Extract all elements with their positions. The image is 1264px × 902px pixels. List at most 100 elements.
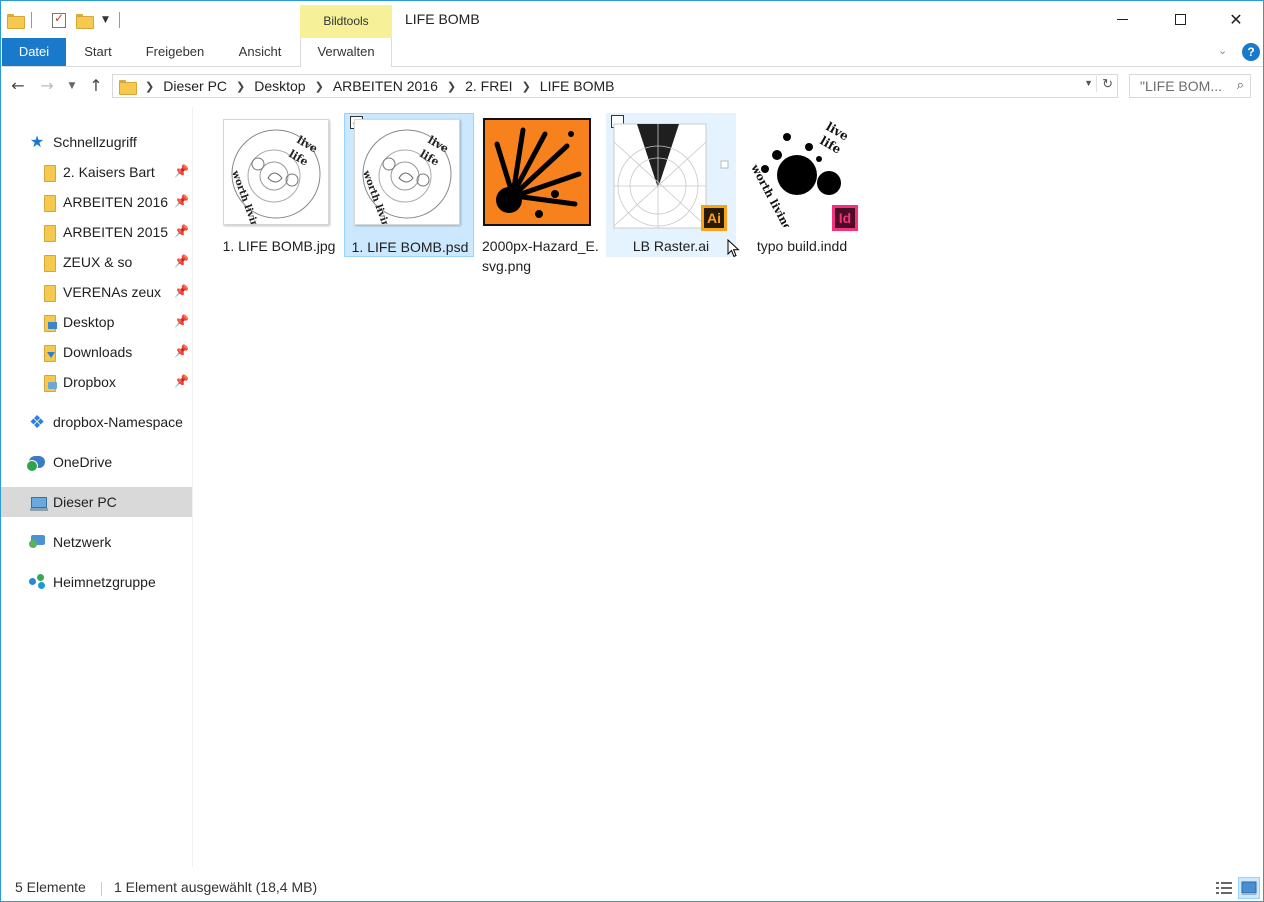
quick-access-toolbar: ▼: [7, 9, 128, 31]
pin-icon[interactable]: 📌: [174, 254, 189, 268]
sidebar-item-label: Heimnetzgruppe: [53, 574, 156, 590]
sidebar-item-verenas-zeux[interactable]: VERENAs zeux 📌: [1, 277, 192, 307]
sidebar-item-label: ZEUX & so: [63, 254, 133, 270]
pin-icon[interactable]: 📌: [174, 314, 189, 328]
indesign-badge-icon: Id: [832, 205, 858, 231]
file-item[interactable]: live life worth living Id typo build.ind…: [737, 113, 867, 257]
minimize-button[interactable]: [1093, 1, 1151, 38]
search-box[interactable]: "LIFE BOM... ⌕: [1129, 74, 1251, 98]
address-dropdown-icon[interactable]: ▼: [1084, 78, 1093, 88]
file-name[interactable]: 1. LIFE BOMB.jpg: [214, 236, 344, 256]
folder-icon: [119, 79, 137, 95]
breadcrumb-desktop[interactable]: Desktop: [254, 78, 305, 94]
file-item[interactable]: 2000px-Hazard_E.svg.png: [475, 113, 605, 274]
sidebar-item-dieser-pc[interactable]: Dieser PC: [1, 487, 192, 517]
help-icon[interactable]: ?: [1242, 43, 1260, 61]
title-bar: ▼ Bildtools LIFE BOMB ✕: [1, 1, 1263, 38]
status-separator: [101, 882, 102, 896]
up-button[interactable]: ↑: [86, 75, 106, 97]
search-input[interactable]: "LIFE BOM...: [1140, 78, 1222, 94]
customize-toolbar-icon[interactable]: ▼: [102, 15, 109, 25]
sidebar-item-label: 2. Kaisers Bart: [63, 164, 155, 180]
chevron-right-icon[interactable]: ❯: [522, 80, 531, 93]
file-name[interactable]: 2000px-Hazard_E.svg.png: [475, 236, 605, 276]
sidebar-item-desktop[interactable]: Desktop 📌: [1, 307, 192, 337]
breadcrumb-2-frei[interactable]: 2. FREI: [465, 78, 512, 94]
sidebar-item-label: Schnellzugriff: [53, 134, 137, 150]
hazard-thumbnail: [483, 118, 591, 226]
pane-divider[interactable]: [192, 107, 193, 867]
large-icons-view-icon: [1241, 881, 1257, 895]
recent-locations-button[interactable]: ▼: [62, 75, 82, 97]
sidebar-item-netzwerk[interactable]: Netzwerk: [1, 527, 192, 557]
file-name[interactable]: 1. LIFE BOMB.psd: [345, 237, 475, 257]
file-name[interactable]: typo build.indd: [737, 236, 867, 256]
sidebar-item-label: ARBEITEN 2016: [63, 194, 169, 210]
chevron-right-icon[interactable]: ❯: [145, 80, 154, 93]
breadcrumb-life-bomb[interactable]: LIFE BOMB: [540, 78, 615, 94]
status-bar: 5 Elemente 1 Element ausgewählt (18,4 MB…: [1, 875, 1263, 901]
ribbon-tabs: Datei Start Freigeben Ansicht Verwalten …: [1, 38, 1263, 67]
sidebar-item-heimnetzgruppe[interactable]: Heimnetzgruppe: [1, 567, 192, 597]
sidebar-item-label: Dieser PC: [53, 494, 117, 510]
file-name[interactable]: LB Raster.ai: [606, 236, 736, 256]
address-bar[interactable]: ❯ Dieser PC ❯ Desktop ❯ ARBEITEN 2016 ❯ …: [112, 74, 1118, 98]
downloads-folder-icon: [41, 344, 57, 362]
network-icon: [29, 534, 45, 550]
selection-info: 1 Element ausgewählt (18,4 MB): [114, 879, 318, 895]
sidebar-item-label: dropbox-Namespace: [53, 414, 183, 430]
file-item-hover[interactable]: Ai LB Raster.ai: [606, 113, 736, 257]
details-view-button[interactable]: [1213, 877, 1235, 899]
star-icon: ★: [29, 134, 45, 151]
refresh-icon[interactable]: ↻: [1096, 76, 1113, 92]
chevron-right-icon[interactable]: ❯: [315, 80, 324, 93]
sidebar-item-schnellzugriff[interactable]: ★ Schnellzugriff: [1, 127, 192, 157]
chevron-right-icon[interactable]: ❯: [447, 80, 456, 93]
expand-ribbon-icon[interactable]: ⌄: [1218, 44, 1227, 57]
sidebar-item-onedrive[interactable]: OneDrive: [1, 447, 192, 477]
folder-icon: [7, 13, 25, 29]
illustrator-badge-icon: Ai: [701, 205, 727, 231]
sidebar-item-arbeiten-2015[interactable]: ARBEITEN 2015 📌: [1, 217, 192, 247]
pin-icon[interactable]: 📌: [174, 164, 189, 178]
sidebar-item-dropbox[interactable]: Dropbox 📌: [1, 367, 192, 397]
details-view-icon: [1216, 882, 1232, 894]
properties-icon[interactable]: [52, 11, 66, 28]
sidebar-item-label: VERENAs zeux: [63, 284, 162, 300]
close-button[interactable]: ✕: [1207, 1, 1264, 38]
tab-start[interactable]: Start: [71, 38, 125, 66]
search-icon[interactable]: ⌕: [1237, 77, 1244, 93]
pin-icon[interactable]: 📌: [174, 284, 189, 298]
sidebar-item-dropbox-namespace[interactable]: ❖ dropbox-Namespace: [1, 407, 192, 437]
pin-icon[interactable]: 📌: [174, 194, 189, 208]
toolbar-separator: [118, 12, 120, 28]
sidebar-item-zeux-so[interactable]: ZEUX & so 📌: [1, 247, 192, 277]
pin-icon[interactable]: 📌: [174, 224, 189, 238]
minimize-icon: [1116, 19, 1128, 20]
sidebar-item-arbeiten-2016[interactable]: ARBEITEN 2016 📌: [1, 187, 192, 217]
file-item[interactable]: live life worth living 1. LIFE BOMB.jpg: [214, 113, 344, 257]
new-folder-icon[interactable]: [76, 13, 94, 29]
folder-icon: [41, 224, 57, 242]
sidebar-item-label: Desktop: [63, 314, 115, 330]
sidebar-item-downloads[interactable]: Downloads 📌: [1, 337, 192, 367]
maximize-button[interactable]: [1151, 1, 1209, 38]
sidebar-item-kaisers-bart[interactable]: 2. Kaisers Bart 📌: [1, 157, 192, 187]
chevron-right-icon[interactable]: ❯: [236, 80, 245, 93]
tab-ansicht[interactable]: Ansicht: [227, 38, 293, 66]
breadcrumb-dieser-pc[interactable]: Dieser PC: [163, 78, 227, 94]
tab-freigeben[interactable]: Freigeben: [137, 38, 213, 66]
large-icons-view-button[interactable]: [1238, 877, 1260, 899]
back-button[interactable]: ←: [8, 75, 28, 97]
file-item-selected[interactable]: ✓ live life worth living 1. LIFE BOMB.ps…: [344, 113, 474, 257]
breadcrumb-arbeiten-2016[interactable]: ARBEITEN 2016: [333, 78, 438, 94]
pin-icon[interactable]: 📌: [174, 344, 189, 358]
tab-datei[interactable]: Datei: [2, 38, 66, 66]
forward-button[interactable]: →: [37, 75, 57, 97]
tab-verwalten[interactable]: Verwalten: [300, 38, 392, 67]
navigation-pane: ★ Schnellzugriff 2. Kaisers Bart 📌 ARBEI…: [1, 127, 192, 867]
computer-icon: [30, 494, 48, 511]
folder-icon: [41, 164, 57, 182]
image-thumbnail: live life worth living: [354, 119, 460, 236]
pin-icon[interactable]: 📌: [174, 374, 189, 388]
